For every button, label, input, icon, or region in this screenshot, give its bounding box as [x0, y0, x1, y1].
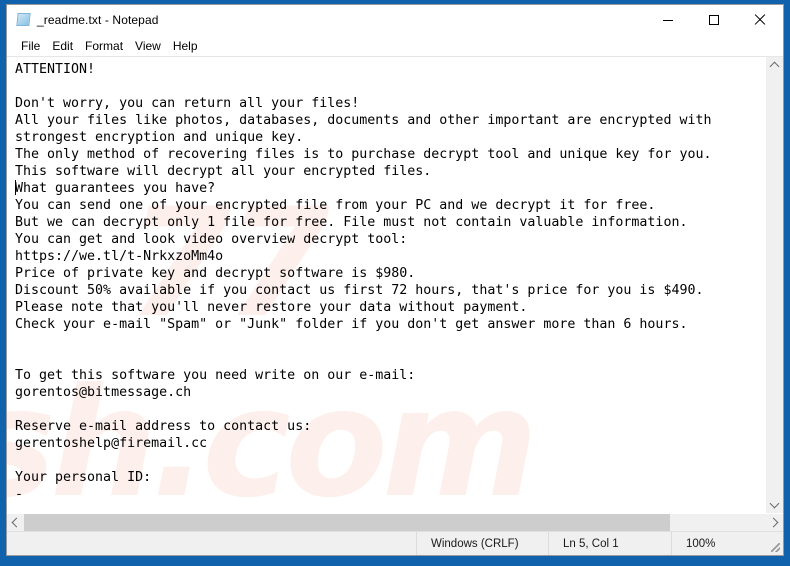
window-controls: [645, 5, 783, 35]
vertical-scrollbar[interactable]: [765, 57, 783, 513]
notepad-window: _readme.txt - Notepad File Edit Format V…: [6, 4, 784, 556]
horizontal-scroll-thumb[interactable]: [24, 514, 670, 531]
maximize-icon: [709, 15, 719, 25]
scroll-left-button[interactable]: [7, 514, 24, 531]
window-title: _readme.txt - Notepad: [37, 13, 159, 27]
scroll-up-icon: [769, 61, 780, 72]
scroll-down-button[interactable]: [766, 496, 783, 513]
close-button[interactable]: [737, 5, 783, 35]
menu-item-view[interactable]: View: [129, 37, 167, 55]
menu-item-help[interactable]: Help: [167, 37, 204, 55]
title-bar[interactable]: _readme.txt - Notepad: [7, 5, 783, 35]
desktop-background: _readme.txt - Notepad File Edit Format V…: [0, 0, 790, 566]
scroll-down-icon: [769, 498, 780, 509]
status-line-ending: Windows (CRLF): [416, 532, 548, 555]
resize-grip-icon[interactable]: [767, 532, 783, 555]
menu-item-edit[interactable]: Edit: [46, 37, 79, 55]
horizontal-scroll-track[interactable]: [24, 514, 766, 531]
close-icon: [754, 14, 766, 26]
maximize-button[interactable]: [691, 5, 737, 35]
ransom-note-text[interactable]: ATTENTION! Don't worry, you can return a…: [7, 57, 765, 503]
scroll-right-icon: [768, 517, 779, 528]
menu-item-format[interactable]: Format: [79, 37, 129, 55]
status-spacer: [7, 532, 416, 555]
editor-region: 77 sh.com ATTENTION! Don't worry, you ca…: [7, 57, 783, 513]
text-editor-area[interactable]: 77 sh.com ATTENTION! Don't worry, you ca…: [7, 57, 765, 513]
horizontal-scrollbar[interactable]: [7, 513, 783, 531]
scroll-left-icon: [11, 517, 22, 528]
minimize-button[interactable]: [645, 5, 691, 35]
menu-bar: File Edit Format View Help: [7, 35, 783, 57]
minimize-icon: [663, 19, 673, 21]
menu-item-file[interactable]: File: [15, 37, 46, 55]
notepad-document-icon: [16, 12, 32, 28]
status-cursor-position: Ln 5, Col 1: [548, 532, 671, 555]
scroll-right-button[interactable]: [766, 514, 783, 531]
status-zoom-level: 100%: [671, 532, 767, 555]
status-bar: Windows (CRLF) Ln 5, Col 1 100%: [7, 531, 783, 555]
vertical-scroll-track[interactable]: [766, 74, 783, 496]
scroll-up-button[interactable]: [766, 57, 783, 74]
text-caret: [15, 180, 16, 195]
